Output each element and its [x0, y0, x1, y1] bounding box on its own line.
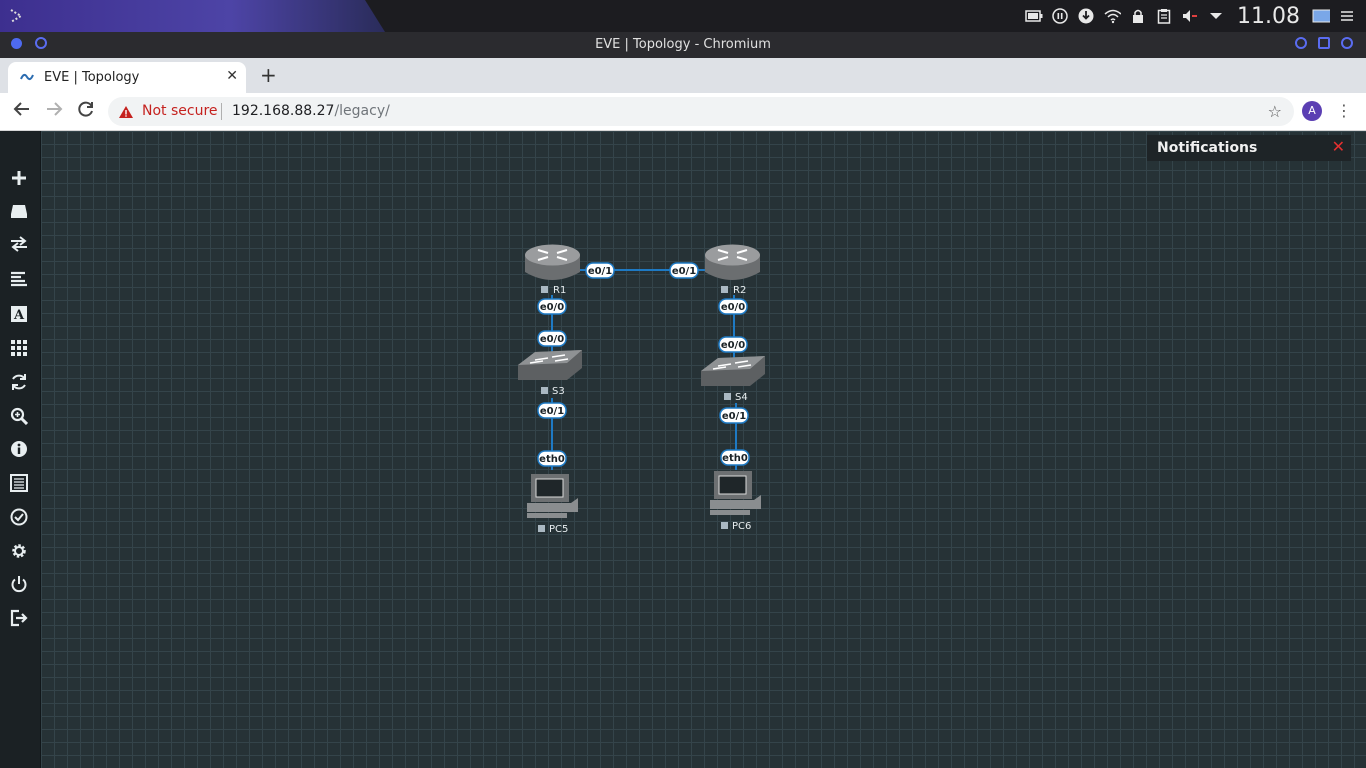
if-s4-e0-0[interactable]: e0/0 [718, 336, 748, 353]
if-label: eth0 [722, 453, 748, 464]
if-label: e0/1 [540, 406, 564, 417]
if-pc6-eth0[interactable]: eth0 [720, 449, 750, 466]
if-label: e0/0 [721, 302, 745, 313]
if-label: e0/1 [588, 266, 612, 277]
if-label: e0/0 [540, 334, 564, 345]
if-label: e0/0 [721, 340, 745, 351]
node-label: PC5 [549, 524, 568, 535]
if-label: e0/1 [672, 266, 696, 277]
node-label: R2 [733, 285, 746, 296]
node-status-icon [541, 286, 548, 293]
node-label: S4 [735, 392, 748, 403]
node-s4[interactable]: S4 [701, 356, 765, 403]
node-r1[interactable]: R1 [525, 244, 580, 297]
node-pc5[interactable]: PC5 [527, 474, 578, 535]
notifications-panel: Notifications ✕ [1147, 135, 1351, 161]
node-status-icon [721, 286, 728, 293]
node-label: PC6 [732, 521, 751, 532]
node-status-icon [721, 522, 728, 529]
if-r2-e0-0[interactable]: e0/0 [718, 298, 748, 315]
node-r2[interactable]: R2 [705, 244, 760, 297]
node-status-icon [724, 393, 731, 400]
if-label: e0/1 [722, 411, 746, 422]
if-r1-e0-1[interactable]: e0/1 [585, 262, 615, 279]
node-label: R1 [553, 285, 566, 296]
if-label: e0/0 [540, 302, 564, 313]
if-label: eth0 [539, 454, 565, 465]
if-s3-e0-0[interactable]: e0/0 [537, 330, 567, 347]
notifications-title: Notifications [1157, 140, 1258, 156]
topology-diagram: R1 R2 S3 S4 PC5 PC6 e0/1 e0/1 e0/0 e0/0 … [518, 244, 765, 535]
if-pc5-eth0[interactable]: eth0 [537, 450, 567, 467]
if-r1-e0-0[interactable]: e0/0 [537, 298, 567, 315]
node-status-icon [541, 387, 548, 394]
node-s3[interactable]: S3 [518, 350, 582, 397]
if-r2-e0-1[interactable]: e0/1 [669, 262, 699, 279]
if-s3-e0-1[interactable]: e0/1 [537, 402, 567, 419]
if-s4-e0-1[interactable]: e0/1 [719, 407, 749, 424]
node-status-icon [538, 525, 545, 532]
node-label: S3 [552, 386, 565, 397]
node-pc6[interactable]: PC6 [710, 471, 761, 532]
close-notifications-icon[interactable]: ✕ [1332, 137, 1345, 156]
